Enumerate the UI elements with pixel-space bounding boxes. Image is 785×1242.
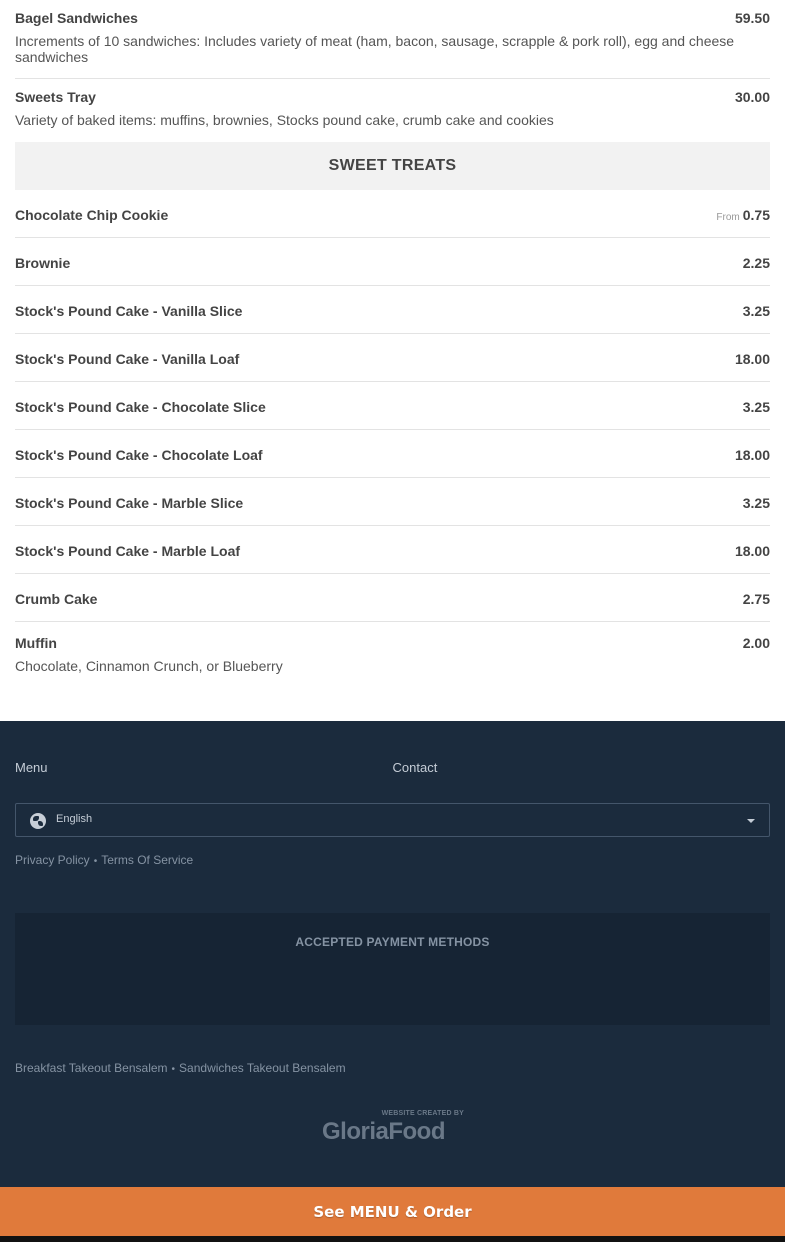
- privacy-policy-link[interactable]: Privacy Policy: [15, 853, 90, 867]
- item-name: Stock's Pound Cake - Vanilla Loaf: [15, 351, 240, 367]
- menu-list: Bagel Sandwiches 59.50 Increments of 10 …: [0, 0, 785, 687]
- menu-item[interactable]: Stock's Pound Cake - Marble Slice 3.25: [15, 478, 770, 526]
- menu-item[interactable]: Stock's Pound Cake - Chocolate Loaf 18.0…: [15, 430, 770, 478]
- item-name: Sweets Tray: [15, 89, 96, 105]
- item-description: Variety of baked items: muffins, brownie…: [15, 112, 554, 128]
- item-name: Stock's Pound Cake - Marble Slice: [15, 495, 244, 511]
- section-header-sweet-treats: SWEET TREATS: [15, 142, 770, 190]
- order-button-label: See MENU & Order: [313, 1202, 472, 1221]
- price-value: 0.75: [742, 207, 770, 223]
- item-name: Bagel Sandwiches: [15, 10, 138, 26]
- menu-item[interactable]: Bagel Sandwiches 59.50 Increments of 10 …: [15, 0, 770, 79]
- item-price: 3.25: [742, 303, 770, 319]
- item-name: Stock's Pound Cake - Chocolate Loaf: [15, 447, 263, 463]
- gloriafood-logo[interactable]: WEBSITE CREATED BY GloriaFood: [322, 1110, 464, 1146]
- seo-link-breakfast[interactable]: Breakfast Takeout Bensalem: [15, 1061, 168, 1075]
- item-price: 18.00: [734, 351, 770, 367]
- item-description: Increments of 10 sandwiches: Includes va…: [15, 33, 735, 65]
- bottom-bar: [0, 1236, 785, 1242]
- item-price: 59.50: [734, 10, 770, 26]
- item-name: Chocolate Chip Cookie: [15, 207, 169, 223]
- language-select[interactable]: English: [15, 803, 770, 837]
- language-selected: English: [56, 813, 93, 825]
- item-price: 18.00: [734, 543, 770, 559]
- item-price: 2.25: [742, 255, 770, 271]
- menu-item[interactable]: Stock's Pound Cake - Marble Loaf 18.00: [15, 526, 770, 574]
- item-price: 18.00: [734, 447, 770, 463]
- footer-links: Menu Contact: [15, 760, 770, 775]
- item-name: Brownie: [15, 255, 71, 271]
- separator: •: [171, 1064, 176, 1075]
- item-price: 2.00: [742, 635, 770, 651]
- item-price: From 0.75: [716, 207, 770, 223]
- brand-name: GloriaFood: [322, 1118, 446, 1145]
- item-name: Crumb Cake: [15, 591, 98, 607]
- item-price: 3.25: [742, 495, 770, 511]
- terms-of-service-link[interactable]: Terms Of Service: [101, 853, 193, 867]
- item-price: 2.75: [742, 591, 770, 607]
- menu-item[interactable]: Muffin 2.00 Chocolate, Cinnamon Crunch, …: [15, 622, 770, 687]
- price-prefix: From: [716, 212, 740, 223]
- menu-item[interactable]: Sweets Tray 30.00 Variety of baked items…: [15, 79, 770, 141]
- item-price: 30.00: [734, 89, 770, 105]
- seo-link-sandwiches[interactable]: Sandwiches Takeout Bensalem: [179, 1061, 346, 1075]
- seo-links: Breakfast Takeout Bensalem • Sandwiches Ta…: [15, 1061, 346, 1075]
- site-footer: Menu Contact English Privacy Policy • Term…: [0, 721, 785, 1187]
- brand-tagline: WEBSITE CREATED BY: [381, 1110, 464, 1117]
- globe-icon: [30, 813, 46, 829]
- payment-methods-title: ACCEPTED PAYMENT METHODS: [295, 935, 490, 949]
- menu-item[interactable]: Crumb Cake 2.75: [15, 574, 770, 622]
- menu-item[interactable]: Stock's Pound Cake - Vanilla Loaf 18.00: [15, 334, 770, 382]
- item-name: Stock's Pound Cake - Chocolate Slice: [15, 399, 266, 415]
- payment-methods-panel: ACCEPTED PAYMENT METHODS: [15, 913, 770, 1025]
- menu-item[interactable]: Stock's Pound Cake - Chocolate Slice 3.2…: [15, 382, 770, 430]
- item-description: Chocolate, Cinnamon Crunch, or Blueberry: [15, 658, 283, 674]
- item-name: Stock's Pound Cake - Marble Loaf: [15, 543, 241, 559]
- caret-down-icon: [747, 819, 755, 823]
- menu-item[interactable]: Chocolate Chip Cookie From 0.75: [15, 190, 770, 238]
- section-title: SWEET TREATS: [328, 157, 457, 174]
- menu-item[interactable]: Stock's Pound Cake - Vanilla Slice 3.25: [15, 286, 770, 334]
- see-menu-order-button[interactable]: See MENU & Order: [0, 1187, 785, 1236]
- footer-link-contact[interactable]: Contact: [393, 760, 771, 775]
- menu-item[interactable]: Brownie 2.25: [15, 238, 770, 286]
- separator: •: [93, 856, 98, 867]
- item-name: Muffin: [15, 635, 57, 651]
- item-price: 3.25: [742, 399, 770, 415]
- item-name: Stock's Pound Cake - Vanilla Slice: [15, 303, 243, 319]
- legal-links: Privacy Policy • Terms Of Service: [15, 853, 193, 867]
- footer-link-menu[interactable]: Menu: [15, 760, 393, 775]
